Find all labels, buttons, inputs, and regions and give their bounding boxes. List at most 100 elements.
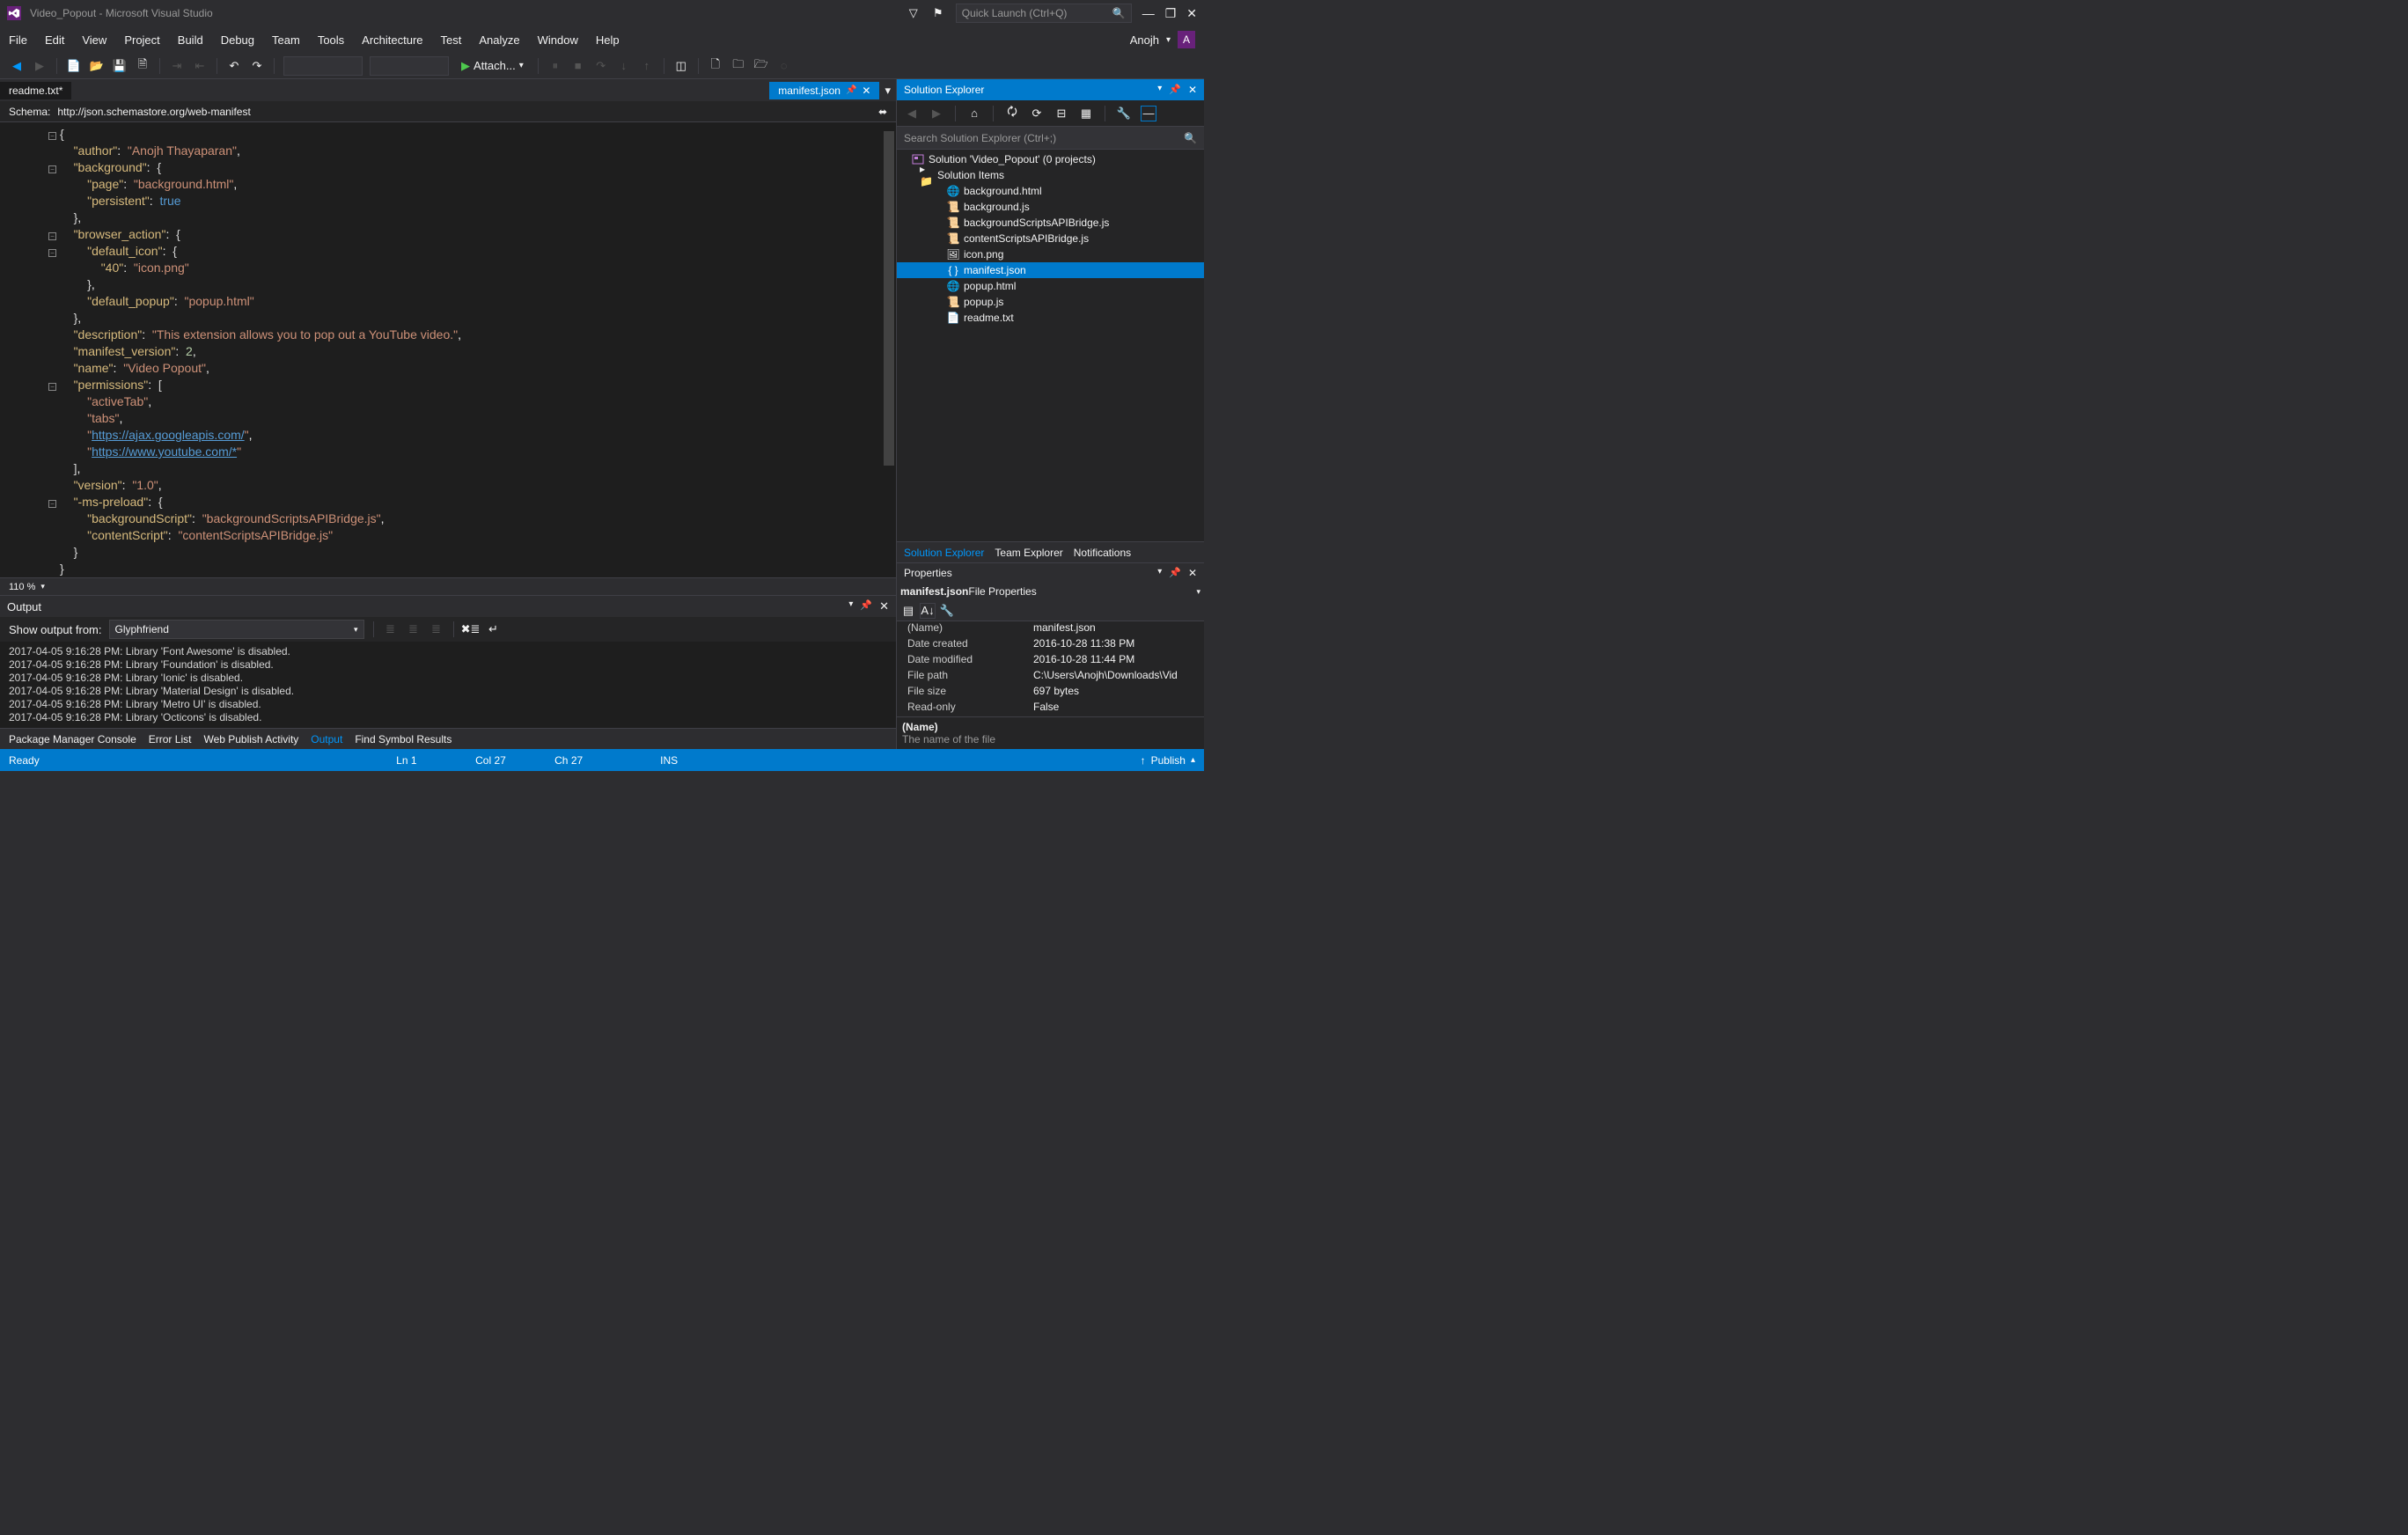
clear-output-button[interactable]: ✖≣	[463, 621, 479, 637]
preview-icon[interactable]: —	[1141, 106, 1156, 121]
tree-item[interactable]: 🖼icon.png	[897, 246, 1204, 262]
outdent-button[interactable]: ⇤	[192, 58, 208, 74]
save-all-button[interactable]: 🗎	[135, 58, 150, 74]
tree-item[interactable]: 📄readme.txt	[897, 310, 1204, 326]
filter-icon[interactable]: ▽	[907, 6, 921, 20]
menu-file[interactable]: File	[9, 33, 27, 47]
new-project-button[interactable]: 📄	[66, 58, 82, 74]
panel-dropdown-icon[interactable]: ▾	[848, 599, 853, 613]
tree-item[interactable]: 📜popup.js	[897, 294, 1204, 310]
close-panel-icon[interactable]: ✕	[879, 599, 889, 613]
tree-item[interactable]: 📜background.js	[897, 199, 1204, 215]
bottom-tab-output[interactable]: Output	[311, 733, 342, 745]
undo-button[interactable]: ↶	[226, 58, 242, 74]
indent-button[interactable]: ⇥	[169, 58, 185, 74]
misc-icon-3[interactable]: 🗀	[730, 58, 746, 74]
property-row[interactable]: Read-onlyFalse	[897, 701, 1204, 716]
close-tab-icon[interactable]: ✕	[862, 84, 870, 97]
menu-analyze[interactable]: Analyze	[479, 33, 519, 47]
chevron-up-icon[interactable]: ▴	[1191, 755, 1195, 765]
zoom-level[interactable]: 110 %	[9, 582, 35, 592]
property-row[interactable]: Date modified2016-10-28 11:44 PM	[897, 653, 1204, 669]
menu-project[interactable]: Project	[124, 33, 159, 47]
pin-icon[interactable]: 📌	[1169, 84, 1181, 96]
schema-url[interactable]: http://json.schemastore.org/web-manifest	[57, 106, 871, 118]
split-icon[interactable]: ⬌	[878, 106, 887, 118]
properties-grid[interactable]: (Name)manifest.jsonDate created2016-10-2…	[897, 621, 1204, 716]
misc-icon-5[interactable]: ◌	[776, 58, 792, 74]
chevron-down-icon[interactable]: ▾	[1166, 35, 1171, 45]
menu-test[interactable]: Test	[441, 33, 462, 47]
properties-icon[interactable]: 🔧	[1116, 106, 1132, 121]
pin-icon[interactable]: 📌	[860, 599, 872, 613]
user-name[interactable]: Anojh	[1130, 33, 1159, 47]
menu-debug[interactable]: Debug	[221, 33, 254, 47]
tree-item[interactable]: Solution 'Video_Popout' (0 projects)	[897, 151, 1204, 167]
bottom-tab-error-list[interactable]: Error List	[149, 733, 192, 745]
upload-icon[interactable]: ↑	[1141, 754, 1146, 767]
nav-fwd-button[interactable]: ▶	[32, 58, 48, 74]
menu-team[interactable]: Team	[272, 33, 300, 47]
close-panel-icon[interactable]: ✕	[1188, 84, 1197, 96]
output-text[interactable]: 2017-04-05 9:16:28 PM: Library 'Font Awe…	[0, 642, 896, 728]
tree-item[interactable]: 📜backgroundScriptsAPIBridge.js	[897, 215, 1204, 231]
refresh-icon[interactable]: ⟳	[1029, 106, 1045, 121]
minimize-button[interactable]: —	[1142, 6, 1155, 21]
pin-icon[interactable]: 📌	[846, 85, 856, 95]
output-btn-1[interactable]: ≣	[383, 621, 399, 637]
platform-combo[interactable]	[370, 56, 449, 76]
property-row[interactable]: (Name)manifest.json	[897, 621, 1204, 637]
menu-tools[interactable]: Tools	[318, 33, 344, 47]
panel-dropdown-icon[interactable]: ▾	[1157, 84, 1162, 96]
property-row[interactable]: File pathC:\Users\Anojh\Downloads\Vid	[897, 669, 1204, 685]
sync-icon[interactable]: 🗘	[1004, 106, 1020, 121]
open-file-button[interactable]: 📂	[89, 58, 105, 74]
publish-button[interactable]: Publish	[1151, 754, 1186, 767]
se-fwd-icon[interactable]: ▶	[929, 106, 944, 121]
tab-manifest[interactable]: manifest.json 📌 ✕	[769, 82, 879, 99]
save-button[interactable]: 💾	[112, 58, 128, 74]
close-button[interactable]: ✕	[1186, 6, 1197, 21]
menu-view[interactable]: View	[82, 33, 106, 47]
misc-icon-4[interactable]: 🗁	[753, 58, 769, 74]
menu-edit[interactable]: Edit	[45, 33, 64, 47]
scrollbar-thumb[interactable]	[884, 131, 894, 466]
tree-item[interactable]: 🌐background.html	[897, 183, 1204, 199]
properties-subject[interactable]: manifest.json File Properties ▾	[897, 583, 1204, 600]
notification-icon[interactable]: ⚑	[931, 6, 945, 20]
output-btn-3[interactable]: ≣	[429, 621, 444, 637]
menu-architecture[interactable]: Architecture	[362, 33, 422, 47]
menu-window[interactable]: Window	[538, 33, 578, 47]
se-tab-notifications[interactable]: Notifications	[1074, 547, 1131, 559]
se-search-input[interactable]: Search Solution Explorer (Ctrl+;) 🔍	[897, 127, 1204, 150]
show-all-icon[interactable]: ▦	[1078, 106, 1094, 121]
tree-item[interactable]: ▸ 📁Solution Items	[897, 167, 1204, 183]
nav-back-button[interactable]: ◀	[9, 58, 25, 74]
alpha-icon[interactable]: A↓	[920, 603, 936, 619]
close-panel-icon[interactable]: ✕	[1188, 567, 1197, 579]
output-btn-2[interactable]: ≣	[406, 621, 422, 637]
quick-launch-input[interactable]: Quick Launch (Ctrl+Q) 🔍	[956, 4, 1132, 23]
bottom-tab-find-symbol-results[interactable]: Find Symbol Results	[355, 733, 452, 745]
tree-item[interactable]: 📜contentScriptsAPIBridge.js	[897, 231, 1204, 246]
se-back-icon[interactable]: ◀	[904, 106, 920, 121]
attach-button[interactable]: ▶ Attach... ▾	[456, 59, 529, 73]
bottom-tab-web-publish-activity[interactable]: Web Publish Activity	[203, 733, 298, 745]
menu-help[interactable]: Help	[596, 33, 620, 47]
wrap-output-button[interactable]: ↵	[486, 621, 502, 637]
bottom-tab-package-manager-console[interactable]: Package Manager Console	[9, 733, 136, 745]
misc-icon-1[interactable]: ◫	[673, 58, 689, 74]
property-row[interactable]: Date created2016-10-28 11:38 PM	[897, 637, 1204, 653]
menu-build[interactable]: Build	[178, 33, 203, 47]
wrench-icon[interactable]: 🔧	[939, 603, 955, 619]
maximize-button[interactable]: ❐	[1165, 6, 1177, 21]
categorized-icon[interactable]: ▤	[900, 603, 916, 619]
pin-icon[interactable]: 📌	[1169, 567, 1181, 579]
collapse-icon[interactable]: ⊟	[1054, 106, 1069, 121]
se-tab-team-explorer[interactable]: Team Explorer	[995, 547, 1062, 559]
tree-item[interactable]: 🌐popup.html	[897, 278, 1204, 294]
se-tab-solution-explorer[interactable]: Solution Explorer	[904, 547, 984, 559]
redo-button[interactable]: ↷	[249, 58, 265, 74]
zoom-dropdown-icon[interactable]: ▾	[40, 582, 45, 591]
solution-tree[interactable]: Solution 'Video_Popout' (0 projects)▸ 📁S…	[897, 150, 1204, 541]
